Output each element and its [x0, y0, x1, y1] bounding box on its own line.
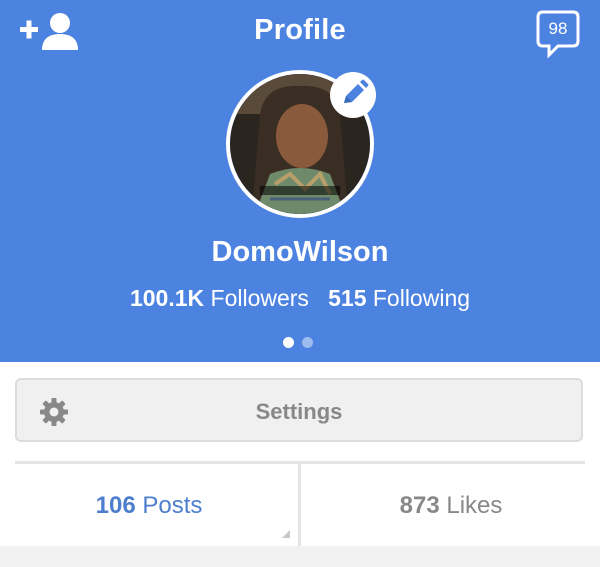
- posts-count: 106: [95, 492, 136, 519]
- tab-separator: [298, 464, 301, 546]
- profile-header: Profile 98 DomoWilson 100.1K Followers 5…: [0, 0, 600, 362]
- following-stat[interactable]: 515 Following: [328, 285, 470, 311]
- settings-button[interactable]: Settings: [15, 378, 583, 442]
- tab-posts[interactable]: 106 Posts: [0, 464, 298, 546]
- tab-likes[interactable]: 873 Likes: [302, 464, 600, 546]
- page-dot-inactive: [302, 337, 313, 348]
- followers-stat[interactable]: 100.1K Followers: [130, 285, 309, 311]
- following-count: 515: [328, 285, 367, 311]
- posts-label: Posts: [142, 492, 203, 519]
- page-dot-active: [283, 337, 294, 348]
- followers-count: 100.1K: [129, 285, 205, 311]
- active-tab-indicator: [282, 530, 290, 538]
- edit-pencil-icon: [344, 79, 369, 103]
- followers-label: Followers: [210, 285, 309, 311]
- page-title: Profile: [254, 14, 346, 46]
- edit-avatar-button[interactable]: [330, 72, 376, 118]
- message-count-badge: 98: [548, 19, 568, 38]
- follow-stats: 100.1K Followers 515 Following: [0, 285, 600, 312]
- settings-label: Settings: [255, 399, 343, 424]
- page-indicator[interactable]: [283, 337, 317, 349]
- following-label: Following: [372, 285, 471, 311]
- content-area: [0, 546, 600, 567]
- likes-label: Likes: [446, 492, 503, 519]
- messages-button[interactable]: 98: [536, 10, 580, 59]
- profile-username: DomoWilson: [211, 236, 389, 268]
- likes-count: 873: [399, 492, 440, 519]
